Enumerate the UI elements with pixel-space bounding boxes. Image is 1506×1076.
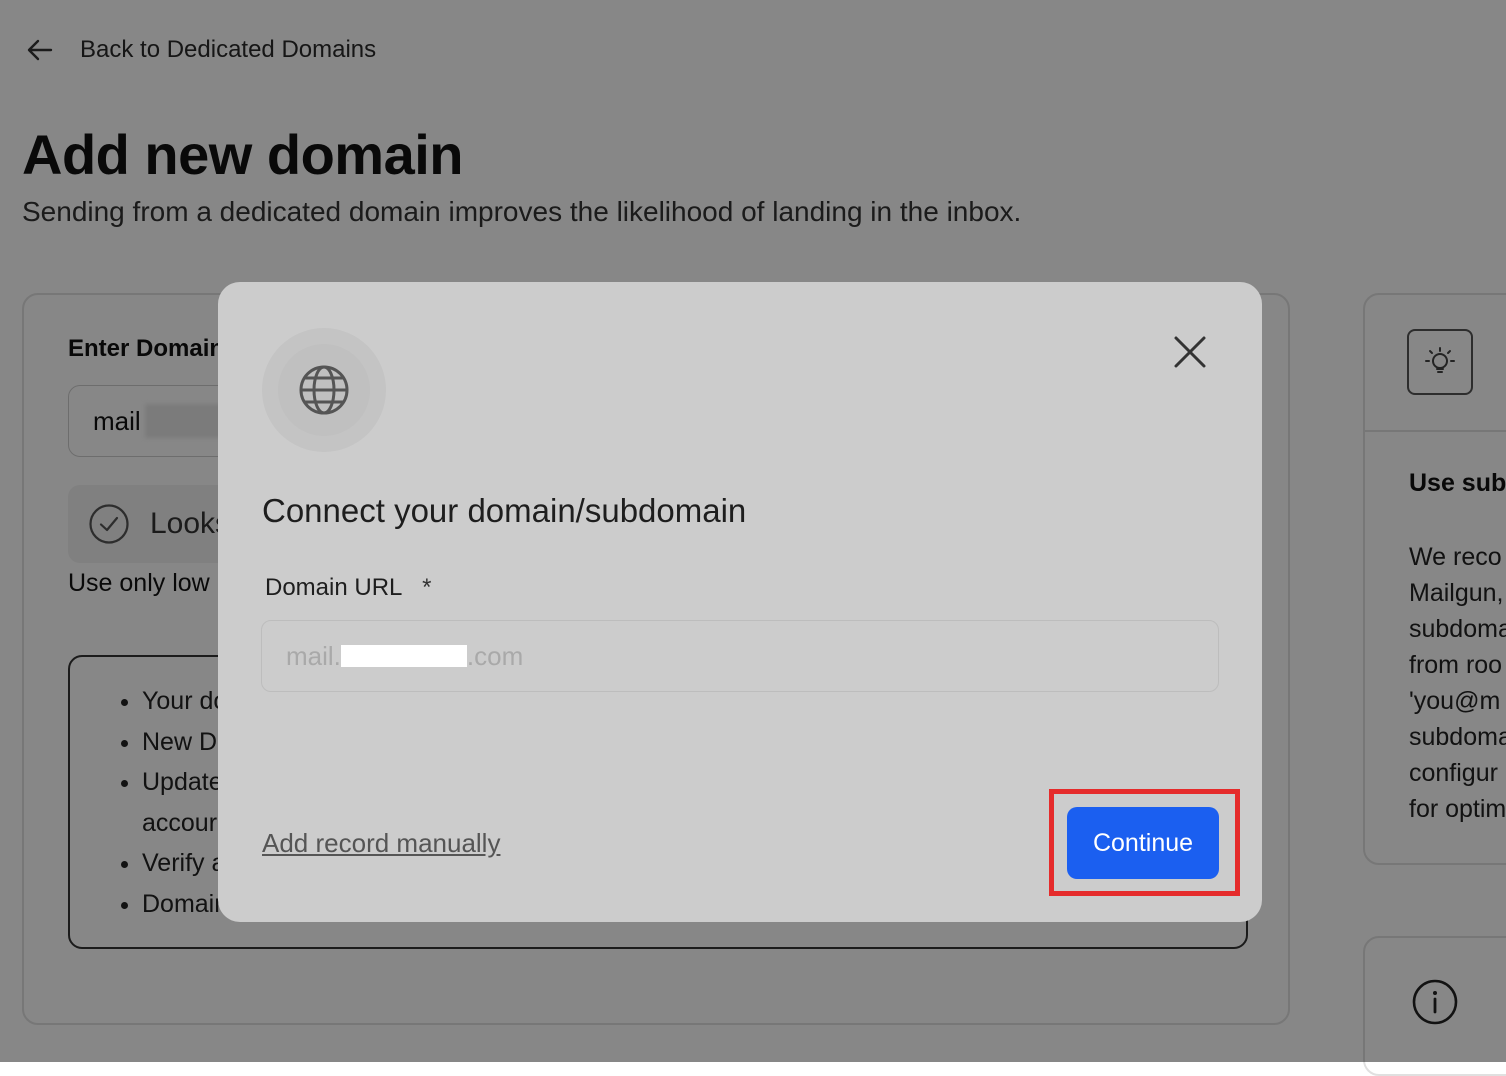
redacted-text <box>340 645 467 667</box>
domain-url-label-text: Domain URL <box>265 574 402 601</box>
close-icon[interactable] <box>1170 332 1210 372</box>
globe-icon <box>299 365 349 415</box>
required-marker: * <box>422 574 432 601</box>
globe-icon-badge <box>262 328 386 452</box>
placeholder-suffix: .com <box>466 640 524 671</box>
highlight-annotation <box>1049 789 1240 896</box>
placeholder-prefix: mail. <box>286 640 341 671</box>
domain-url-label: Domain URL * <box>265 574 432 602</box>
domain-url-input[interactable]: mail. .com <box>261 620 1219 692</box>
dialog-title: Connect your domain/subdomain <box>262 492 747 529</box>
add-record-manually-link[interactable]: Add record manually <box>262 828 500 859</box>
